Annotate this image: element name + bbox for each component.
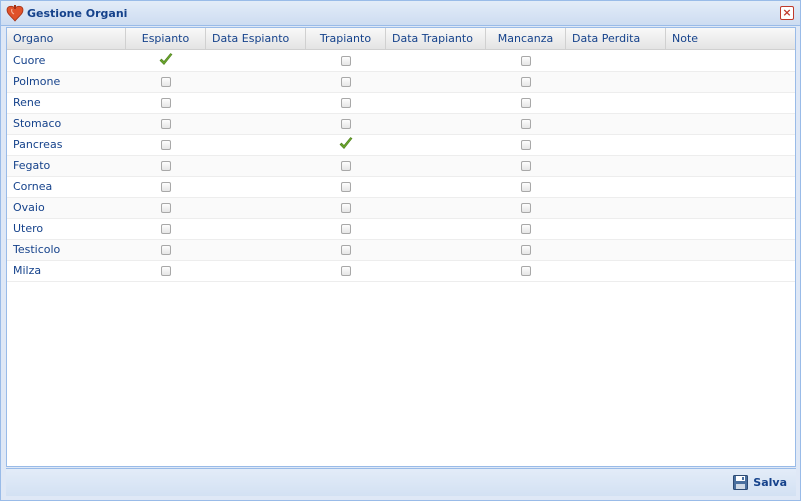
trapianto-checkbox[interactable] xyxy=(341,161,351,171)
grid-header: Organo Espianto Data Espianto Trapianto … xyxy=(7,28,795,50)
window-title: Gestione Organi xyxy=(27,7,128,20)
table-row[interactable]: Stomaco xyxy=(7,114,795,135)
organo-cell: Polmone xyxy=(13,75,61,88)
trapianto-checkbox[interactable] xyxy=(341,182,351,192)
table-row[interactable]: Rene xyxy=(7,93,795,114)
organo-cell: Testicolo xyxy=(13,243,61,256)
organ-icon xyxy=(6,5,24,22)
column-header-trapianto[interactable]: Trapianto xyxy=(306,28,386,50)
mancanza-checkbox[interactable] xyxy=(521,203,531,213)
column-header-espianto[interactable]: Espianto xyxy=(126,28,206,50)
trapianto-checkbox[interactable] xyxy=(341,224,351,234)
organo-cell: Cuore xyxy=(13,54,46,67)
espianto-checkbox[interactable] xyxy=(161,182,171,192)
organo-cell: Milza xyxy=(13,264,42,277)
column-header-mancanza[interactable]: Mancanza xyxy=(486,28,566,50)
espianto-checkbox[interactable] xyxy=(161,77,171,87)
organo-cell: Fegato xyxy=(13,159,51,172)
column-header-note[interactable]: Note xyxy=(666,28,795,50)
mancanza-checkbox[interactable] xyxy=(521,56,531,66)
mancanza-checkbox[interactable] xyxy=(521,98,531,108)
trapianto-checkbox[interactable] xyxy=(341,245,351,255)
trapianto-checkbox[interactable] xyxy=(341,56,351,66)
trapianto-checkbox[interactable] xyxy=(341,77,351,87)
trapianto-checkbox[interactable] xyxy=(341,119,351,129)
espianto-checkbox[interactable] xyxy=(161,119,171,129)
column-header-data-perdita[interactable]: Data Perdita xyxy=(566,28,666,50)
save-disk-icon xyxy=(733,475,749,490)
espianto-checkbox[interactable] xyxy=(161,245,171,255)
mancanza-checkbox[interactable] xyxy=(521,161,531,171)
column-header-data-espianto[interactable]: Data Espianto xyxy=(206,28,306,50)
organo-cell: Rene xyxy=(13,96,41,109)
organo-cell: Cornea xyxy=(13,180,53,193)
espianto-checkbox[interactable] xyxy=(161,140,171,150)
espianto-checkbox[interactable] xyxy=(161,266,171,276)
table-row[interactable]: Pancreas xyxy=(7,135,795,156)
espianto-checkbox[interactable] xyxy=(161,98,171,108)
column-header-data-trapianto[interactable]: Data Trapianto xyxy=(386,28,486,50)
table-row[interactable]: Cuore xyxy=(7,51,795,72)
save-label: Salva xyxy=(753,476,787,489)
close-icon: × xyxy=(782,6,792,19)
save-button[interactable]: Salva xyxy=(733,474,787,492)
organo-cell: Utero xyxy=(13,222,44,235)
window-titlebar: Gestione Organi × xyxy=(1,1,800,26)
mancanza-checkbox[interactable] xyxy=(521,245,531,255)
table-row[interactable]: Ovaio xyxy=(7,198,795,219)
table-row[interactable]: Fegato xyxy=(7,156,795,177)
organo-cell: Ovaio xyxy=(13,201,45,214)
check-icon[interactable] xyxy=(158,52,174,68)
mancanza-checkbox[interactable] xyxy=(521,119,531,129)
mancanza-checkbox[interactable] xyxy=(521,266,531,276)
table-row[interactable]: Polmone xyxy=(7,72,795,93)
column-header-organo[interactable]: Organo xyxy=(7,28,126,50)
espianto-checkbox[interactable] xyxy=(161,203,171,213)
table-row[interactable]: Cornea xyxy=(7,177,795,198)
espianto-checkbox[interactable] xyxy=(161,161,171,171)
organo-cell: Pancreas xyxy=(13,138,63,151)
trapianto-checkbox[interactable] xyxy=(341,98,351,108)
trapianto-checkbox[interactable] xyxy=(341,266,351,276)
table-row[interactable]: Testicolo xyxy=(7,240,795,261)
window-footer: Salva xyxy=(6,468,796,496)
mancanza-checkbox[interactable] xyxy=(521,224,531,234)
gestione-organi-window: Gestione Organi × Organo Espianto Data E… xyxy=(0,0,801,501)
organo-cell: Stomaco xyxy=(13,117,62,130)
mancanza-checkbox[interactable] xyxy=(521,140,531,150)
organi-grid: Organo Espianto Data Espianto Trapianto … xyxy=(6,27,796,467)
table-row[interactable]: Milza xyxy=(7,261,795,282)
table-row[interactable]: Utero xyxy=(7,219,795,240)
mancanza-checkbox[interactable] xyxy=(521,182,531,192)
mancanza-checkbox[interactable] xyxy=(521,77,531,87)
close-button[interactable]: × xyxy=(780,6,794,20)
check-icon[interactable] xyxy=(338,136,354,152)
trapianto-checkbox[interactable] xyxy=(341,203,351,213)
espianto-checkbox[interactable] xyxy=(161,224,171,234)
